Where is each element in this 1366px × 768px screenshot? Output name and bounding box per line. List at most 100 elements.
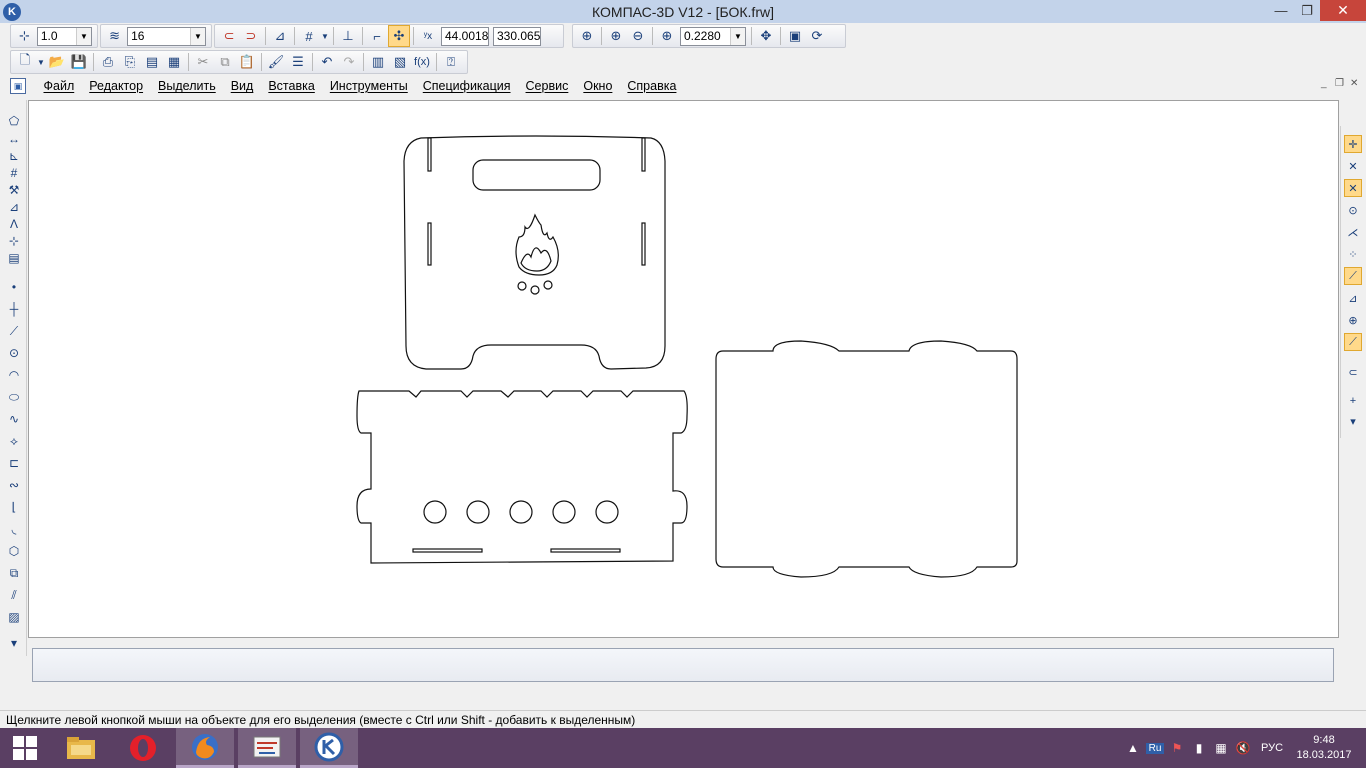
- coord-y-field[interactable]: 330.065: [493, 26, 541, 46]
- doc-minimize-button[interactable]: _: [1321, 78, 1327, 89]
- input-language[interactable]: РУС: [1254, 742, 1290, 754]
- doc-close-button[interactable]: ✕: [1350, 78, 1358, 89]
- file-explorer-icon[interactable]: [52, 728, 110, 768]
- grid-snap-icon[interactable]: ⁘: [1344, 245, 1362, 263]
- drawing-canvas[interactable]: [28, 100, 1339, 638]
- volume-muted-icon[interactable]: 🔇: [1232, 741, 1254, 755]
- firefox-icon[interactable]: [176, 728, 234, 768]
- copy-icon[interactable]: ⧉: [214, 51, 236, 73]
- clock[interactable]: 9:48 18.03.2017: [1290, 733, 1358, 763]
- circle-icon[interactable]: ⊙: [5, 344, 23, 362]
- menu-service[interactable]: Сервис: [518, 79, 576, 93]
- center-snap-icon[interactable]: ⊙: [1344, 201, 1362, 219]
- minimize-button[interactable]: —: [1268, 0, 1294, 21]
- parametrization-panel-icon[interactable]: ⚒: [5, 181, 23, 199]
- menu-help[interactable]: Справка: [620, 79, 684, 93]
- chevron-down-icon[interactable]: ▼: [730, 27, 745, 45]
- print-preview-icon[interactable]: ⎘: [119, 51, 141, 73]
- magnet-icon[interactable]: ⊂: [1344, 363, 1362, 381]
- on-curve-icon[interactable]: ⟋: [1344, 267, 1362, 285]
- new-document-icon[interactable]: 🗋: [14, 51, 36, 73]
- ellipse-icon[interactable]: ⬭: [5, 388, 23, 406]
- contour-icon[interactable]: ⧉: [5, 564, 23, 582]
- chevron-down-icon[interactable]: ▼: [76, 27, 91, 45]
- round-icon[interactable]: ⌐: [366, 25, 388, 47]
- open-folder-icon[interactable]: 📂: [46, 51, 68, 73]
- menu-view[interactable]: Вид: [223, 79, 261, 93]
- kompas-icon[interactable]: [300, 728, 358, 768]
- zoom-scale-icon[interactable]: ⊕: [656, 25, 678, 47]
- chamfer-icon[interactable]: ⌊: [5, 498, 23, 516]
- dimensions-panel-icon[interactable]: ↔: [5, 130, 23, 148]
- undo-icon[interactable]: ↶: [316, 51, 338, 73]
- show-hidden-icons-icon[interactable]: ▲: [1122, 741, 1144, 755]
- print-icon[interactable]: ⎙: [97, 51, 119, 73]
- xy-icon[interactable]: ʸx: [417, 25, 439, 47]
- middle-snap-icon[interactable]: ⊕: [1344, 311, 1362, 329]
- point-icon[interactable]: •: [5, 278, 23, 296]
- help-cursor-icon[interactable]: ⍰: [440, 51, 462, 73]
- kompas-icon[interactable]: K: [3, 2, 21, 21]
- tangent-snap-icon[interactable]: ⋌: [1344, 223, 1362, 241]
- save-icon[interactable]: 💾: [68, 51, 90, 73]
- geometry-panel-icon[interactable]: ⬠: [5, 112, 23, 130]
- chevron-down-icon[interactable]: ▼: [36, 51, 46, 73]
- menu-window[interactable]: Окно: [576, 79, 620, 93]
- start-button[interactable]: [0, 728, 50, 768]
- layers-icon[interactable]: ≋: [104, 25, 125, 47]
- menu-specification[interactable]: Спецификация: [415, 79, 518, 93]
- menu-tools[interactable]: Инструменты: [322, 79, 415, 93]
- polyline-icon[interactable]: ⊏: [5, 454, 23, 472]
- refresh-icon[interactable]: ⟳: [806, 25, 828, 47]
- fillet-icon[interactable]: ◟: [5, 520, 23, 538]
- zoom-out-icon[interactable]: ⊖: [627, 25, 649, 47]
- local-cs-icon[interactable]: ⊥: [337, 25, 359, 47]
- properties-icon[interactable]: ☰: [287, 51, 309, 73]
- bezier-icon[interactable]: ⟡: [5, 432, 23, 450]
- document-icon[interactable]: ▣: [10, 78, 26, 94]
- menu-select[interactable]: Выделить: [151, 79, 224, 93]
- language-badge[interactable]: Ru: [1146, 742, 1164, 754]
- intersection-icon[interactable]: ✕: [1344, 157, 1362, 175]
- document-manager-icon[interactable]: ▦: [163, 51, 185, 73]
- associative-views-icon[interactable]: ⊹: [5, 232, 23, 250]
- tree-icon[interactable]: ▥: [367, 51, 389, 73]
- opera-icon[interactable]: [114, 728, 172, 768]
- spec-panel-icon[interactable]: ▤: [5, 249, 23, 267]
- alignment-icon[interactable]: ⟋: [1344, 333, 1362, 351]
- action-center-icon[interactable]: ⚑: [1166, 741, 1188, 755]
- edit-panel-icon[interactable]: #: [5, 164, 23, 182]
- paste-icon[interactable]: 📋: [236, 51, 258, 73]
- redo-icon[interactable]: ↷: [338, 51, 360, 73]
- variables-icon[interactable]: f(x): [411, 51, 433, 73]
- zoom-in-icon[interactable]: ⊕: [605, 25, 627, 47]
- plus-icon[interactable]: +: [1344, 392, 1362, 410]
- measure-panel-icon[interactable]: ⊿: [5, 198, 23, 216]
- ortho-icon[interactable]: ⊿: [269, 25, 291, 47]
- arc-icon[interactable]: ◠: [5, 366, 23, 384]
- nearest-point-icon[interactable]: ✛: [1344, 135, 1362, 153]
- menu-file[interactable]: Файл: [36, 79, 82, 93]
- menu-edit[interactable]: Редактор: [82, 79, 151, 93]
- maximize-button[interactable]: ❐: [1294, 0, 1320, 21]
- chevron-down-icon[interactable]: ▼: [320, 25, 330, 47]
- spline-icon[interactable]: ∿: [5, 410, 23, 428]
- grid-icon[interactable]: #: [298, 25, 320, 47]
- nurbs-icon[interactable]: ∾: [5, 476, 23, 494]
- coord-x-field[interactable]: 44.0018: [441, 26, 489, 46]
- segment-icon[interactable]: ⟋: [5, 322, 23, 340]
- format-painter-icon[interactable]: 🖌: [265, 51, 287, 73]
- close-button[interactable]: ✕: [1320, 0, 1366, 21]
- pan-icon[interactable]: ✥: [755, 25, 777, 47]
- auxiliary-line-icon[interactable]: ┼: [5, 300, 23, 318]
- magnet-icon[interactable]: ⊂: [218, 25, 240, 47]
- layer-select[interactable]: 16 ▼: [127, 26, 206, 46]
- zoom-select[interactable]: 0.2280 ▼: [680, 26, 746, 46]
- angle-snap-icon[interactable]: ✕: [1344, 179, 1362, 197]
- cursor-coords-icon[interactable]: ✣: [388, 25, 410, 47]
- cut-icon[interactable]: ✂: [192, 51, 214, 73]
- show-all-icon[interactable]: ▣: [784, 25, 806, 47]
- line-width-select[interactable]: 1.0 ▼: [36, 26, 92, 46]
- magnet-local-icon[interactable]: ⊃: [240, 25, 262, 47]
- battery-icon[interactable]: ▮: [1188, 741, 1210, 755]
